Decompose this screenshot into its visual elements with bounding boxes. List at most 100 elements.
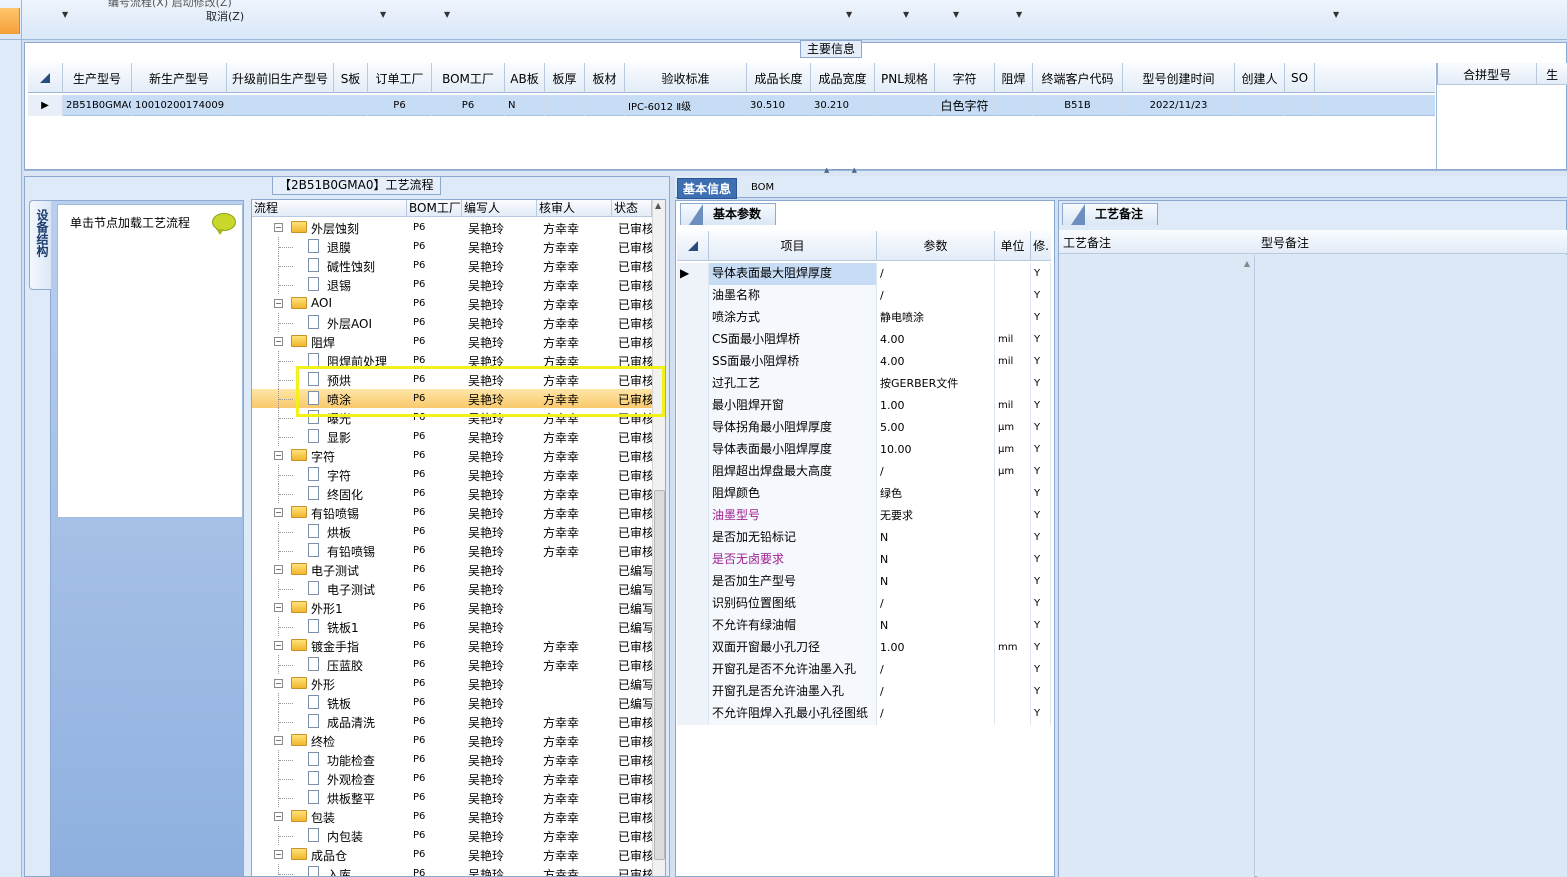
param-row[interactable]: 阻焊超出焊盘最大高度 / μm Y [677,461,1051,483]
left-accent-tab[interactable] [0,8,20,34]
collapse-toggle-icon[interactable]: − [274,565,283,574]
column-header[interactable]: BOM工厂 [407,200,462,216]
row-selector[interactable] [677,417,709,439]
tree-row[interactable]: 成品清洗 P6 吴艳玲 方幸幸 已审核 [252,712,652,731]
tree-row[interactable]: − 终检 P6 吴艳玲 方幸幸 已审核 [252,731,652,750]
table-row[interactable]: ▶ 2B51B0GMA0 10010200174009 P6 P6 N IPC-… [28,95,1435,116]
param-value-cell[interactable]: / [877,681,995,703]
row-selector[interactable] [677,285,709,307]
column-header[interactable]: 板材 [585,63,625,93]
param-row[interactable]: 导体表面最小阻焊厚度 10.00 μm Y [677,439,1051,461]
row-selector[interactable] [677,527,709,549]
param-value-cell[interactable]: / [877,659,995,681]
table-cell[interactable]: N [505,95,545,116]
table-cell[interactable]: 10010200174009 [132,95,227,116]
tree-row[interactable]: 显影 P6 吴艳玲 方幸幸 已审核 [252,427,652,446]
column-header[interactable]: 终端客户代码 [1033,63,1123,93]
tree-row[interactable]: 外层AOI P6 吴艳玲 方幸幸 已审核 [252,313,652,332]
table-cell[interactable] [875,95,935,116]
column-header[interactable]: 成品长度 [747,63,811,93]
param-value-cell[interactable]: 无要求 [877,505,995,527]
row-selector[interactable] [677,571,709,593]
table-cell[interactable] [995,95,1033,116]
column-header[interactable]: 项目 [709,231,877,260]
dropdown-caret-icon[interactable]: ▼ [903,10,909,19]
row-selector[interactable] [677,439,709,461]
tab-basic-params[interactable]: 基本参数 [680,203,776,225]
tree-row[interactable]: − AOI P6 吴艳玲 方幸幸 已审核 [252,294,652,313]
tree-row[interactable]: − 镀金手指 P6 吴艳玲 方幸幸 已审核 [252,636,652,655]
param-row[interactable]: SS面最小阻焊桥 4.00 mil Y [677,351,1051,373]
table-cell[interactable]: 30.210 [811,95,875,116]
row-selector[interactable] [677,505,709,527]
param-value-cell[interactable]: 绿色 [877,483,995,505]
column-header[interactable]: 修. [1031,231,1051,260]
column-header[interactable]: 字符 [935,63,995,93]
table-cell[interactable]: 白色字符 [935,95,995,116]
row-selector[interactable] [677,659,709,681]
tree-row[interactable]: 退锡 P6 吴艳玲 方幸幸 已审核 [252,275,652,294]
column-header[interactable]: 工艺备注 [1063,234,1111,251]
column-header[interactable]: PNL规格 [875,63,935,93]
table-cell[interactable]: 2022/11/23 [1123,95,1235,116]
row-selector[interactable] [677,483,709,505]
param-value-cell[interactable]: 1.00 [877,637,995,659]
column-header[interactable]: 验收标准 [625,63,747,93]
tree-row[interactable]: 终固化 P6 吴艳玲 方幸幸 已审核 [252,484,652,503]
model-remark-field[interactable] [1257,255,1567,877]
row-selector[interactable] [677,461,709,483]
process-remark-field[interactable]: ▲ [1059,255,1255,877]
tree-row[interactable]: − 包装 P6 吴艳玲 方幸幸 已审核 [252,807,652,826]
param-row[interactable]: 不允许阻焊入孔最小孔径图纸 / Y [677,703,1051,725]
param-row[interactable]: ▶ 导体表面最大阻焊厚度 / Y [677,263,1051,285]
row-selector[interactable]: ▶ [677,263,709,285]
table-cell[interactable]: P6 [368,95,432,116]
collapse-toggle-icon[interactable]: − [274,337,283,346]
param-row[interactable]: 是否加生产型号 N Y [677,571,1051,593]
param-row[interactable]: 阻焊颜色 绿色 Y [677,483,1051,505]
column-header[interactable]: 型号创建时间 [1123,63,1235,93]
row-selector[interactable] [677,703,709,725]
table-cell[interactable] [1285,95,1315,116]
dropdown-caret-icon[interactable]: ▼ [1333,10,1339,19]
column-header[interactable]: 生产型号 [63,63,132,93]
collapse-toggle-icon[interactable]: − [274,299,283,308]
tree-row[interactable]: − 成品仓 P6 吴艳玲 方幸幸 已审核 [252,845,652,864]
tab-equipment-structure[interactable]: 设备结构 [29,200,51,290]
param-row[interactable]: 不允许有绿油帽 N Y [677,615,1051,637]
tree-row[interactable]: 有铅喷锡 P6 吴艳玲 方幸幸 已审核 [252,541,652,560]
speech-bubble-icon[interactable] [212,213,236,235]
column-header[interactable]: 板厚 [545,63,585,93]
tab-basic-info[interactable]: 基本信息 [677,178,738,199]
param-value-cell[interactable]: 按GERBER文件 [877,373,995,395]
column-header[interactable]: 升级前旧生产型号 [227,63,334,93]
row-selector[interactable] [677,395,709,417]
column-header[interactable]: BOM工厂 [432,63,505,93]
param-row[interactable]: 是否无卤要求 N Y [677,549,1051,571]
cancel-menu-item[interactable]: 取消(Z) [206,8,244,24]
param-row[interactable]: CS面最小阻焊桥 4.00 mil Y [677,329,1051,351]
table-cell[interactable] [334,95,368,116]
column-header[interactable]: 流程 [252,200,407,216]
row-selector[interactable] [677,637,709,659]
column-header[interactable]: 新生产型号 [132,63,227,93]
table-cell[interactable]: IPC-6012 Ⅱ级 [625,95,747,116]
tree-row[interactable]: 功能检查 P6 吴艳玲 方幸幸 已审核 [252,750,652,769]
row-selector[interactable] [677,351,709,373]
param-value-cell[interactable]: 10.00 [877,439,995,461]
param-value-cell[interactable]: / [877,703,995,725]
column-header[interactable]: 生 [1537,63,1567,85]
param-value-cell[interactable]: 1.00 [877,395,995,417]
tree-row[interactable]: 铣板 P6 吴艳玲 已编写 [252,693,652,712]
dropdown-caret-icon[interactable]: ▼ [846,10,852,19]
param-value-cell[interactable]: 4.00 [877,329,995,351]
collapse-toggle-icon[interactable]: − [274,603,283,612]
param-value-cell[interactable]: 静电喷涂 [877,307,995,329]
param-row[interactable]: 最小阻焊开窗 1.00 mil Y [677,395,1051,417]
column-header[interactable]: 核审人 [537,200,612,216]
row-selector[interactable] [677,593,709,615]
vertical-scrollbar[interactable]: ▲ [652,200,665,876]
tree-row[interactable]: 压蓝胶 P6 吴艳玲 方幸幸 已审核 [252,655,652,674]
tree-row[interactable]: − 外层蚀刻 P6 吴艳玲 方幸幸 已审核 [252,218,652,237]
table-cell[interactable] [545,95,585,116]
